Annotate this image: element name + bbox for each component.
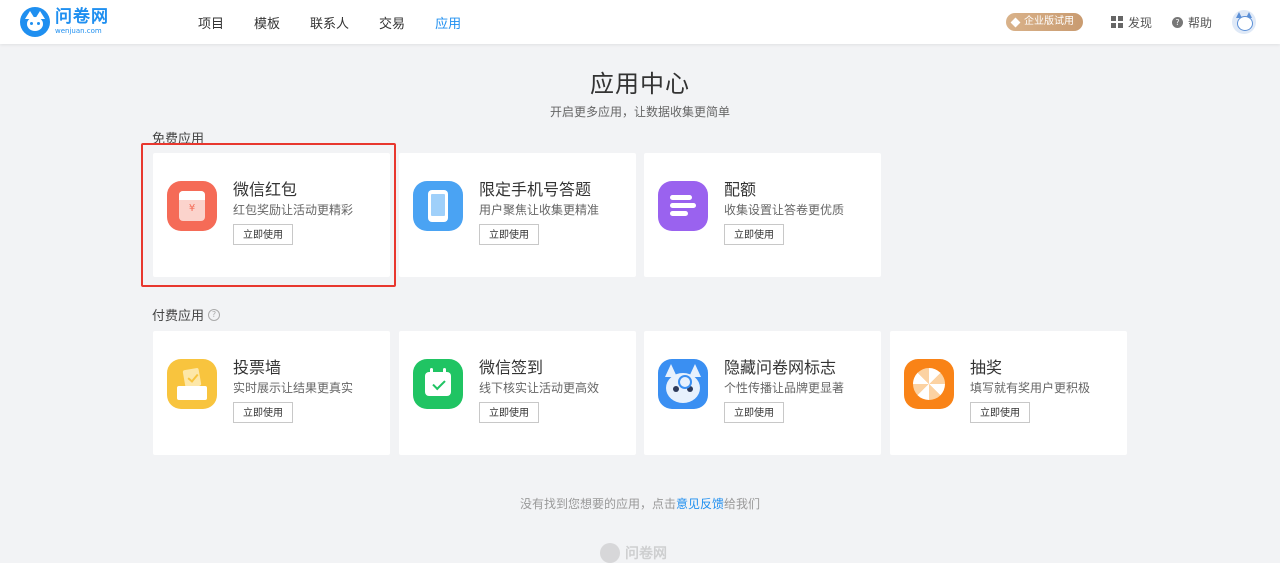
use-now-button[interactable]: 立即使用 xyxy=(479,402,539,423)
enterprise-trial-label: 企业版试用 xyxy=(1023,16,1074,27)
app-card-lottery: 抽奖 填写就有奖用户更积极 立即使用 xyxy=(890,331,1127,455)
nav-item-apps[interactable]: 应用 xyxy=(435,13,461,32)
app-card-desc: 用户聚焦让收集更精准 xyxy=(479,203,600,217)
vote-box-icon xyxy=(167,359,217,409)
app-card-title: 隐藏问卷网标志 xyxy=(724,358,837,377)
help-link[interactable]: ? 帮助 xyxy=(1171,14,1212,31)
brand-text: 问卷网 wenjuan.com xyxy=(55,9,109,35)
app-card-desc: 收集设置让答卷更优质 xyxy=(724,203,845,217)
brand-domain: wenjuan.com xyxy=(55,27,102,35)
use-now-button[interactable]: 立即使用 xyxy=(233,224,293,245)
nav-item-transactions[interactable]: 交易 xyxy=(379,13,405,32)
app-card-desc: 红包奖励让活动更精彩 xyxy=(233,203,354,217)
page-subtitle: 开启更多应用，让数据收集更简单 xyxy=(549,105,730,119)
feedback-text-before: 没有找到您想要的应用，点击 xyxy=(519,497,676,511)
use-now-button[interactable]: 立即使用 xyxy=(724,402,784,423)
app-card-vote-wall: 投票墙 实时展示让结果更真实 立即使用 xyxy=(153,331,390,455)
use-now-button[interactable]: 立即使用 xyxy=(724,224,784,245)
footer-logo-text: 问卷网 xyxy=(625,546,667,562)
fox-mascot-icon xyxy=(658,359,708,409)
nav-item-contacts[interactable]: 联系人 xyxy=(310,13,349,32)
footer-logo-icon xyxy=(600,543,620,563)
red-packet-icon: ¥ xyxy=(167,181,217,231)
app-card-title: 抽奖 xyxy=(970,358,1003,377)
app-card-title: 微信红包 xyxy=(233,180,298,199)
discover-link[interactable]: 发现 xyxy=(1110,14,1152,31)
feedback-text-after: 给我们 xyxy=(724,497,761,511)
footer-logo: 问卷网 xyxy=(600,543,667,563)
brand-logo[interactable]: 问卷网 wenjuan.com xyxy=(20,7,109,37)
section-paid-title: 付费应用 xyxy=(152,309,205,324)
grid-icon xyxy=(1110,16,1123,28)
phone-icon xyxy=(413,181,463,231)
section-label-free: 免费应用 xyxy=(152,128,204,147)
discover-label: 发现 xyxy=(1127,15,1152,30)
user-avatar[interactable] xyxy=(1232,10,1256,34)
nav-item-templates[interactable]: 模板 xyxy=(254,13,280,32)
app-card-desc: 填写就有奖用户更积极 xyxy=(970,381,1091,395)
diamond-icon xyxy=(1010,17,1021,27)
app-card-desc: 实时展示让结果更真实 xyxy=(233,381,354,395)
brand-name: 问卷网 xyxy=(55,7,109,27)
header-actions: 企业版试用 发现 ? 帮助 xyxy=(1005,0,1256,44)
app-card-desc: 个性传播让品牌更显著 xyxy=(724,381,845,395)
question-circle-icon[interactable]: ? xyxy=(208,308,221,321)
use-now-button[interactable]: 立即使用 xyxy=(970,402,1030,423)
prize-wheel-icon xyxy=(904,359,954,409)
app-card-title: 限定手机号答题 xyxy=(479,180,592,199)
app-card-quota: 配额 收集设置让答卷更优质 立即使用 xyxy=(644,153,881,277)
use-now-button[interactable]: 立即使用 xyxy=(233,402,293,423)
app-card-wechat-redpacket: ¥ 微信红包 红包奖励让活动更精彩 立即使用 xyxy=(153,153,390,277)
top-navbar: 问卷网 wenjuan.com 项目 模板 联系人 交易 应用 企业版试用 发现… xyxy=(0,0,1280,44)
app-card-wechat-checkin: 微信签到 线下核实让活动更高效 立即使用 xyxy=(399,331,636,455)
page-title: 应用中心 xyxy=(590,70,690,98)
help-icon: ? xyxy=(1171,16,1183,28)
section-label-paid: 付费应用 ? xyxy=(152,305,221,324)
app-card-desc: 线下核实让活动更高效 xyxy=(479,381,600,395)
main-nav: 项目 模板 联系人 交易 应用 xyxy=(198,0,491,44)
calendar-check-icon xyxy=(413,359,463,409)
enterprise-trial-button[interactable]: 企业版试用 xyxy=(1005,13,1083,31)
use-now-button[interactable]: 立即使用 xyxy=(479,224,539,245)
app-card-title: 配额 xyxy=(724,180,757,199)
section-free-title: 免费应用 xyxy=(152,132,205,147)
quota-icon xyxy=(658,181,708,231)
app-card-title: 投票墙 xyxy=(233,358,282,377)
help-label: 帮助 xyxy=(1187,15,1212,30)
app-card-title: 微信签到 xyxy=(479,358,544,377)
app-card-hide-logo: 隐藏问卷网标志 个性传播让品牌更显著 立即使用 xyxy=(644,331,881,455)
app-card-phone-restriction: 限定手机号答题 用户聚焦让收集更精准 立即使用 xyxy=(399,153,636,277)
yen-glyph: ¥ xyxy=(188,203,196,214)
feedback-note: 没有找到您想要的应用，点击意见反馈给我们 xyxy=(0,495,1280,512)
feedback-link[interactable]: 意见反馈 xyxy=(676,497,724,511)
nav-item-projects[interactable]: 项目 xyxy=(198,13,224,32)
fox-logo-icon xyxy=(20,7,50,37)
